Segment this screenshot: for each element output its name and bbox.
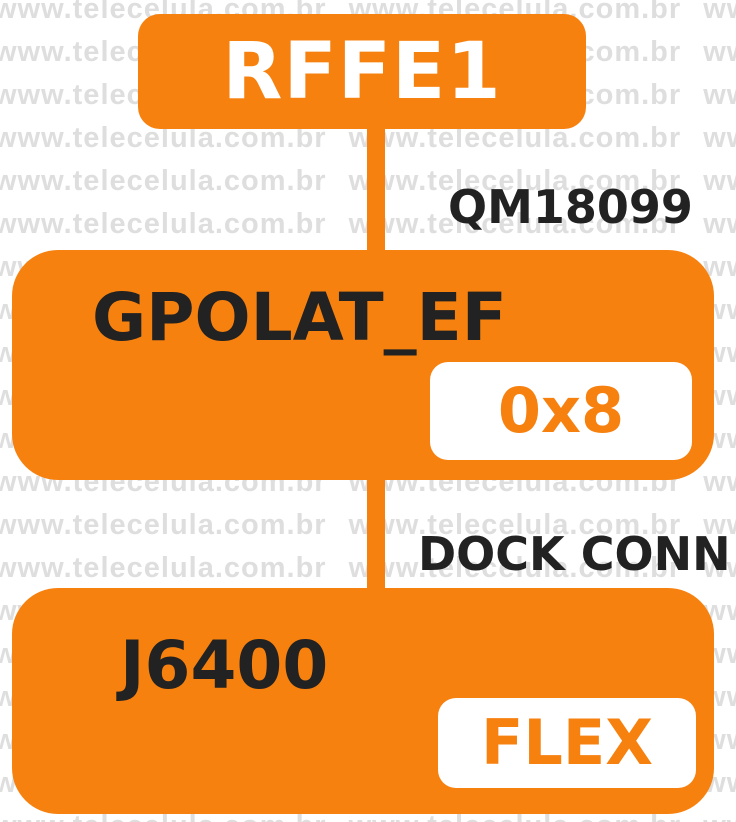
node-j6400: J6400 FLEX [12,588,714,814]
connector-gpolat-to-j6400 [367,470,385,595]
watermark-text: www.telecelula.com.br [0,165,327,197]
watermark-text: www.telecelula.com.br [703,165,736,197]
watermark-text: www.telecelula.com.br [703,466,736,498]
node-rffe1: RFFE1 [138,14,586,129]
watermark-text: www.telecelula.com.br [703,208,736,240]
node-rffe1-title: RFFE1 [222,27,502,117]
edge-label-dock-conn: DOCK CONN [418,527,731,581]
node-gpolat-ef-title: GPOLAT_EF [92,279,507,356]
watermark-text: www.telecelula.com.br [703,810,736,822]
watermark-text: www.telecelula.com.br [703,79,736,111]
watermark-text: www.telecelula.com.br [703,0,736,25]
node-j6400-title: J6400 [120,627,329,704]
node-gpolat-ef: GPOLAT_EF 0x8 [12,250,714,480]
watermark-text: www.telecelula.com.br [703,122,736,154]
node-gpolat-ef-tag: 0x8 [430,362,692,460]
connector-rffe-to-gpolat [367,120,385,260]
edge-label-qm18099: QM18099 [448,180,693,234]
watermark-text: www.telecelula.com.br [0,552,327,584]
node-j6400-tag: FLEX [438,698,696,788]
watermark-text: www.telecelula.com.br [0,509,327,541]
watermark-text: www.telecelula.com.br [0,208,327,240]
watermark-text: www.telecelula.com.br [703,36,736,68]
